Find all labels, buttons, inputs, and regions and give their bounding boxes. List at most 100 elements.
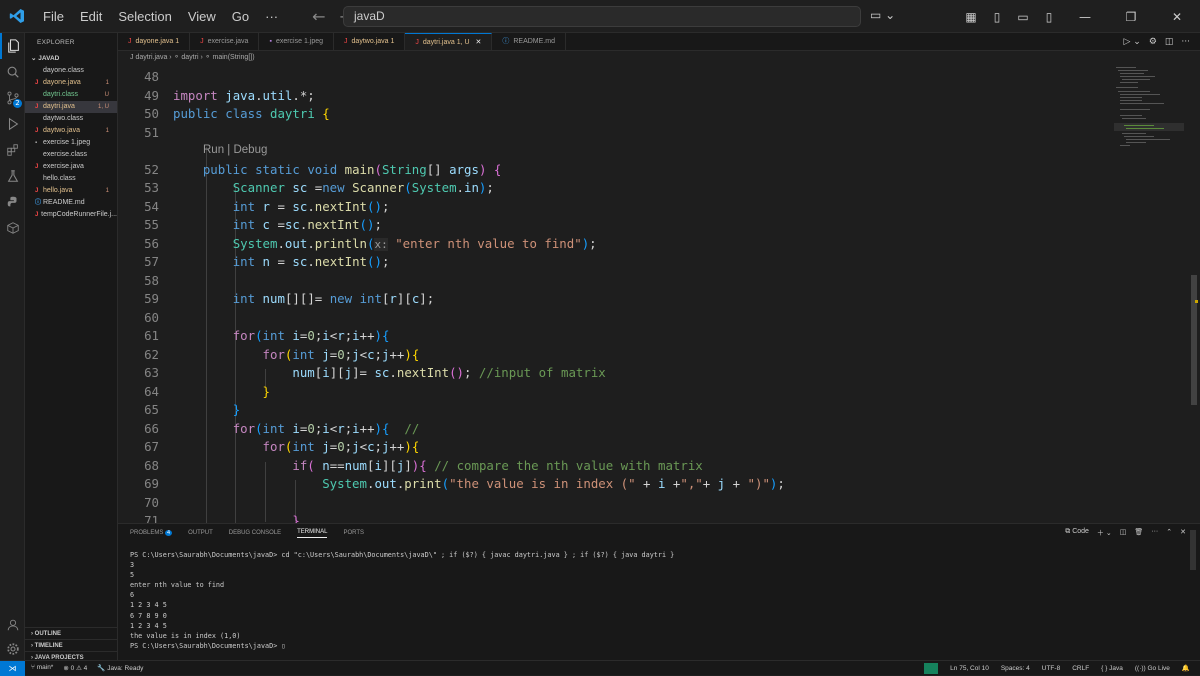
close-tab-icon[interactable]: ✕ — [474, 39, 481, 46]
code-line[interactable]: 69 System.out.print("the value is in ind… — [118, 475, 1118, 494]
line-ending[interactable]: CRLF — [1072, 665, 1089, 672]
split-terminal-icon[interactable]: ◫ — [1120, 528, 1127, 538]
code-line[interactable]: 68 if( n==num[i][j]){ // compare the nth… — [118, 457, 1118, 476]
terminal-shell-selector[interactable]: ⧉ Code — [1065, 528, 1089, 538]
code-line[interactable]: 57 int n = sc.nextInt(); — [118, 253, 1118, 272]
restore-icon[interactable]: ❐ — [1108, 10, 1154, 24]
code-line[interactable]: 71 } — [118, 512, 1118, 523]
command-center-search[interactable]: javaD — [343, 6, 861, 27]
menu-item-edit[interactable]: Edit — [72, 9, 110, 24]
tab-terminal[interactable]: TERMINAL — [297, 529, 328, 538]
editor-tab[interactable]: Jdaytwo.java 1 — [334, 33, 406, 50]
run-icon[interactable]: ▷ ⌄ — [1123, 37, 1140, 47]
code-line[interactable]: 70 — [118, 494, 1118, 513]
menu-item-go[interactable]: Go — [224, 9, 257, 24]
file-item[interactable]: Jdayone.java 1 — [25, 77, 117, 89]
code-line[interactable]: 49 import java.util.*; — [118, 87, 1118, 106]
extensions-icon[interactable] — [0, 137, 25, 163]
editor-tab[interactable]: Jdayone.java 1 — [118, 33, 191, 50]
file-item[interactable]: ▪ exercise 1.jpeg — [25, 137, 117, 149]
explorer-icon[interactable] — [0, 33, 25, 59]
file-item[interactable]: Jhello.java 1 — [25, 185, 117, 197]
close-icon[interactable]: ✕ — [1154, 10, 1200, 24]
outline-section[interactable]: › OUTLINE — [25, 627, 118, 639]
python-icon[interactable] — [0, 189, 25, 215]
zoom-search-icon[interactable] — [924, 662, 939, 674]
editor-tab[interactable]: ▪ exercise 1.jpeg — [259, 33, 335, 50]
account-icon[interactable] — [0, 612, 25, 638]
toggle-panel-icon[interactable]: ▭ — [1010, 10, 1036, 24]
minimap[interactable] — [1114, 65, 1184, 155]
breadcrumb[interactable]: J daytri.java › ⚬ daytri › ⚬ main(String… — [118, 51, 1200, 65]
file-item[interactable]: Jexercise.java — [25, 161, 117, 173]
java-projects-icon[interactable] — [0, 215, 25, 241]
menu-item-[interactable]: ··· — [257, 9, 286, 24]
code-line[interactable]: 62 for(int j=0;j<c;j++){ — [118, 346, 1118, 365]
encoding[interactable]: UTF-8 — [1042, 665, 1060, 672]
tab-output[interactable]: OUTPUT — [188, 530, 213, 536]
menu-item-selection[interactable]: Selection — [110, 9, 179, 24]
editor-scrollbar[interactable] — [1188, 65, 1200, 523]
copilot-chat-icon[interactable]: ▭ ⌄ — [870, 8, 895, 22]
tab-debug-console[interactable]: DEBUG CONSOLE — [229, 530, 281, 536]
compare-icon[interactable]: ⚙ — [1149, 37, 1157, 47]
file-item[interactable]: Jdaytwo.java 1 — [25, 125, 117, 137]
timeline-section[interactable]: › TIMELINE — [25, 639, 118, 651]
tab-ports[interactable]: PORTS — [343, 530, 364, 536]
branch-indicator[interactable]: ⑂ main* — [31, 664, 53, 672]
testing-icon[interactable] — [0, 163, 25, 189]
source-control-icon[interactable]: 2 — [0, 85, 25, 111]
indentation[interactable]: Spaces: 4 — [1001, 665, 1030, 672]
code-line[interactable]: 50 public class daytri { — [118, 105, 1118, 124]
code-line[interactable]: 58 — [118, 272, 1118, 291]
new-terminal-icon[interactable]: ＋ ⌄ — [1097, 528, 1112, 538]
code-line[interactable]: 53 Scanner sc =new Scanner(System.in); — [118, 179, 1118, 198]
editor-tab[interactable]: Jdaytri.java 1, U ✕ — [405, 33, 493, 50]
problems-indicator[interactable]: ⊗ 0 ⚠ 4 — [63, 664, 87, 672]
terminal-output[interactable]: PS C:\Users\Saurabh\Documents\javaD> cd … — [130, 550, 674, 651]
minimize-icon[interactable]: — — [1062, 10, 1108, 24]
workspace-folder[interactable]: ⌄ JAVAD — [25, 53, 117, 65]
scrollbar-thumb[interactable] — [1191, 275, 1197, 405]
code-line[interactable]: 48 — [118, 68, 1118, 87]
code-line[interactable]: 67 for(int j=0;j<c;j++){ — [118, 438, 1118, 457]
file-item[interactable]: ⓘ README.md — [25, 197, 117, 209]
search-icon[interactable] — [0, 59, 25, 85]
notifications-icon[interactable]: 🔔 — [1182, 664, 1190, 672]
code-line[interactable]: 52 public static void main(String[] args… — [118, 161, 1118, 180]
toggle-secondary-sidebar-icon[interactable]: ▯ — [1036, 10, 1062, 24]
back-arrow-icon[interactable]: ← — [312, 7, 325, 26]
code-line[interactable]: 59 int num[][]= new int[r][c]; — [118, 290, 1118, 309]
go-live-button[interactable]: ((·)) Go Live — [1135, 665, 1170, 672]
code-editor[interactable]: 48 49 import java.util.*; 50 public class da… — [118, 65, 1200, 523]
more-actions-icon[interactable]: ··· — [1151, 528, 1158, 538]
code-line[interactable]: 66 for(int i=0;i<r;i++){ // — [118, 420, 1118, 439]
run-debug-icon[interactable] — [0, 111, 25, 137]
layout-icon[interactable]: ▦ — [958, 10, 984, 24]
file-item[interactable]: exercise.class — [25, 149, 117, 161]
file-item[interactable]: dayone.class — [25, 65, 117, 77]
file-item[interactable]: daytri.class U — [25, 89, 117, 101]
split-editor-icon[interactable]: ◫ — [1165, 37, 1174, 47]
editor-tab[interactable]: Jexercise.java — [190, 33, 260, 50]
code-line[interactable]: 54 int r = sc.nextInt(); — [118, 198, 1118, 217]
run-debug-codelens[interactable]: Run | Debug — [203, 144, 267, 156]
code-line[interactable]: 65 } — [118, 401, 1118, 420]
code-line[interactable]: 55 int c =sc.nextInt(); — [118, 216, 1118, 235]
maximize-panel-icon[interactable]: ⌃ — [1166, 528, 1172, 538]
file-item[interactable]: JtempCodeRunnerFile.j... — [25, 209, 117, 221]
file-item[interactable]: daytwo.class — [25, 113, 117, 125]
tab-problems[interactable]: PROBLEMS 4 — [130, 530, 173, 536]
close-panel-icon[interactable]: ✕ — [1180, 528, 1186, 538]
code-line[interactable]: 51 — [118, 124, 1118, 143]
kill-terminal-icon[interactable]: 🗑 — [1134, 528, 1143, 538]
menu-item-view[interactable]: View — [180, 9, 224, 24]
editor-tab[interactable]: ⓘ README.md — [492, 33, 566, 50]
code-line[interactable]: 61 for(int i=0;i<r;i++){ — [118, 327, 1118, 346]
code-line[interactable]: 63 num[i][j]= sc.nextInt(); //input of m… — [118, 364, 1118, 383]
terminal-scrollbar[interactable] — [1190, 530, 1196, 570]
settings-gear-icon[interactable] — [0, 636, 25, 662]
remote-icon[interactable]: ⋊ — [0, 660, 25, 676]
language-mode[interactable]: { } Java — [1101, 665, 1123, 672]
code-line[interactable]: 56 System.out.println(x: "enter nth valu… — [118, 235, 1118, 254]
